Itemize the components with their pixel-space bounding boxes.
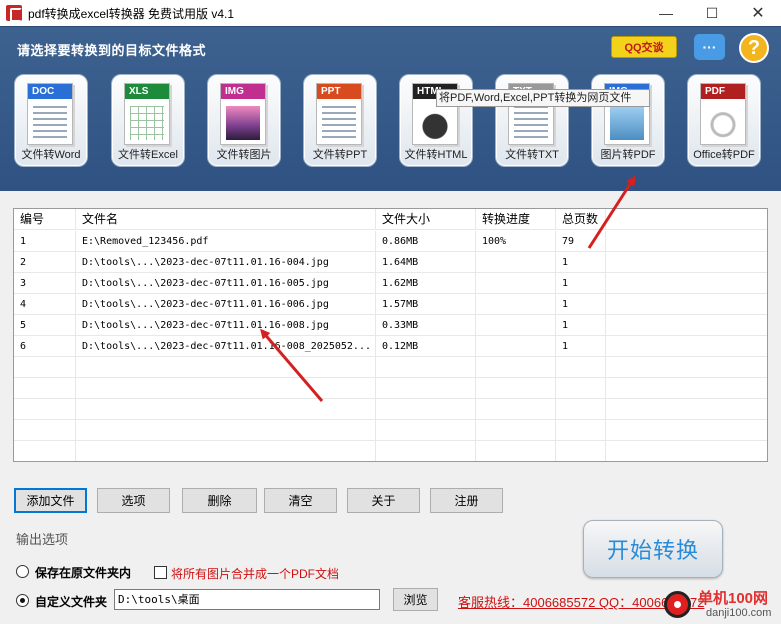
column-header[interactable]: 转换进度 <box>476 209 556 230</box>
browse-button[interactable]: 浏览 <box>393 588 438 611</box>
table-row[interactable]: 6 D:\tools\...\2023-dec-07t11.01.16-008_… <box>14 336 767 357</box>
format-button-txt[interactable]: TXT 文件转TXT <box>495 74 569 167</box>
column-header[interactable]: 文件名 <box>76 209 376 230</box>
empty-row <box>14 357 767 378</box>
column-header[interactable]: 总页数 <box>556 209 606 230</box>
custom-folder-radio[interactable] <box>16 594 29 607</box>
window-title: pdf转换成excel转换器 免费试用版 v4.1 <box>28 6 235 21</box>
clear-button[interactable]: 清空 <box>264 488 337 513</box>
table-header: 编号 文件名 文件大小 转换进度 总页数 <box>14 209 767 230</box>
format-button-ppt[interactable]: PPT 文件转PPT <box>303 74 377 167</box>
empty-row <box>14 378 767 399</box>
header-title: 请选择要转换到的目标文件格式 <box>17 43 207 58</box>
watermark-logo: 单机100网 danji100.com <box>640 585 781 624</box>
img-file-icon: IMG <box>220 83 266 145</box>
close-button[interactable]: ✕ <box>735 0 781 26</box>
format-button-image[interactable]: IMG 文件转图片 <box>207 74 281 167</box>
format-button-image-to-pdf[interactable]: IMG 图片转PDF <box>591 74 665 167</box>
options-button[interactable]: 选项 <box>97 488 170 513</box>
register-button[interactable]: 注册 <box>430 488 503 513</box>
pdf-file-icon: PDF <box>700 83 746 145</box>
doc-file-icon: DOC <box>27 83 73 145</box>
table-row[interactable]: 4 D:\tools\...\2023-dec-07t11.01.16-006.… <box>14 294 767 315</box>
format-label: 文件转Excel <box>118 149 178 161</box>
output-path-input[interactable]: D:\tools\桌面 <box>114 589 380 610</box>
format-label: 文件转HTML <box>404 149 468 161</box>
format-label: 文件转Word <box>21 149 81 161</box>
table-row[interactable]: 2 D:\tools\...\2023-dec-07t11.01.16-004.… <box>14 252 767 273</box>
keep-original-radio[interactable] <box>16 565 29 578</box>
format-label: 文件转PPT <box>312 149 368 161</box>
minimize-button[interactable]: — <box>643 0 689 26</box>
table-row[interactable]: 1 E:\Removed_123456.pdf 0.86MB 100% 79 <box>14 231 767 252</box>
table-row[interactable]: 3 D:\tools\...\2023-dec-07t11.01.16-005.… <box>14 273 767 294</box>
qq-chat-button[interactable]: QQ交谈 <box>611 36 677 58</box>
help-icon[interactable]: ? <box>739 33 769 63</box>
keep-original-label: 保存在原文件夹内 <box>35 566 132 580</box>
format-label: 文件转图片 <box>216 149 272 161</box>
format-label: 图片转PDF <box>600 149 656 161</box>
format-label: 文件转TXT <box>505 149 559 161</box>
table-row[interactable]: 5 D:\tools\...\2023-dec-07t11.01.16-008.… <box>14 315 767 336</box>
title-bar: pdf转换成excel转换器 免费试用版 v4.1 — ☐ ✕ <box>0 0 781 26</box>
format-button-excel[interactable]: XLS 文件转Excel <box>111 74 185 167</box>
column-header[interactable]: 文件大小 <box>376 209 476 230</box>
merge-images-label: 将所有图片合并成一个PDF文档 <box>171 567 340 581</box>
format-button-office-to-pdf[interactable]: PDF Office转PDF <box>687 74 761 167</box>
ppt-file-icon: PPT <box>316 83 362 145</box>
maximize-button[interactable]: ☐ <box>689 0 735 26</box>
custom-folder-label: 自定义文件夹 <box>35 595 108 609</box>
start-convert-button[interactable]: 开始转换 <box>583 520 723 578</box>
column-header[interactable]: 编号 <box>14 209 76 230</box>
output-options-label: 输出选项 <box>16 532 69 547</box>
format-button-html[interactable]: HTML 文件转HTML <box>399 74 473 167</box>
empty-row <box>14 441 767 461</box>
delete-button[interactable]: 删除 <box>182 488 257 513</box>
add-file-button[interactable]: 添加文件 <box>14 488 87 513</box>
watermark-icon <box>664 591 691 618</box>
about-button[interactable]: 关于 <box>347 488 420 513</box>
tooltip: 将PDF,Word,Excel,PPT转换为网页文件 <box>436 89 650 107</box>
format-button-word[interactable]: DOC 文件转Word <box>14 74 88 167</box>
file-table[interactable]: 编号 文件名 文件大小 转换进度 总页数 1 E:\Removed_123456… <box>13 208 768 462</box>
format-header: 请选择要转换到的目标文件格式 QQ交谈 ··· ? DOC 文件转Word XL… <box>0 26 781 191</box>
format-label: Office转PDF <box>693 149 755 161</box>
empty-row <box>14 420 767 441</box>
chat-bubble-icon[interactable]: ··· <box>694 34 725 60</box>
merge-images-checkbox[interactable] <box>154 566 167 579</box>
xls-file-icon: XLS <box>124 83 170 145</box>
app-icon <box>6 5 22 22</box>
empty-row <box>14 399 767 420</box>
